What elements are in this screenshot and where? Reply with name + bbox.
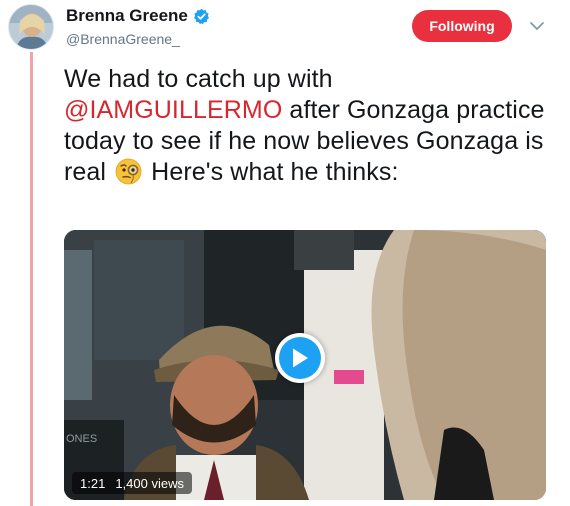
video-views: 1,400 views <box>115 475 184 491</box>
verified-badge-icon <box>193 8 210 25</box>
author-name[interactable]: Brenna Greene <box>66 6 188 26</box>
video-duration: 1:21 <box>80 475 106 491</box>
following-button[interactable]: Following <box>412 10 512 42</box>
author-block: Brenna Greene @BrennaGreene_ <box>66 6 210 47</box>
play-button[interactable] <box>275 333 325 383</box>
author-handle[interactable]: @BrennaGreene_ <box>66 31 210 47</box>
mention-link[interactable]: @IAMGUILLERMO <box>64 96 282 124</box>
thread-line <box>30 52 33 506</box>
video-meta-badge: 1:21 1,400 views <box>72 472 192 494</box>
tweet-text: We had to catch up with @IAMGUILLERMO af… <box>64 64 554 188</box>
chevron-down-icon[interactable] <box>528 17 546 35</box>
play-icon <box>279 337 321 379</box>
tweet-card: Brenna Greene @BrennaGreene_ Following W… <box>0 0 570 506</box>
avatar[interactable] <box>8 4 54 50</box>
tweet-text-part-3: Here's what he thinks: <box>144 158 399 186</box>
tweet-text-line-1: We had to catch up with <box>64 65 333 93</box>
video-player[interactable]: ONES 1:21 1,400 views <box>64 230 546 500</box>
svg-text:ONES: ONES <box>66 433 97 445</box>
monocle-face-icon <box>115 158 142 185</box>
